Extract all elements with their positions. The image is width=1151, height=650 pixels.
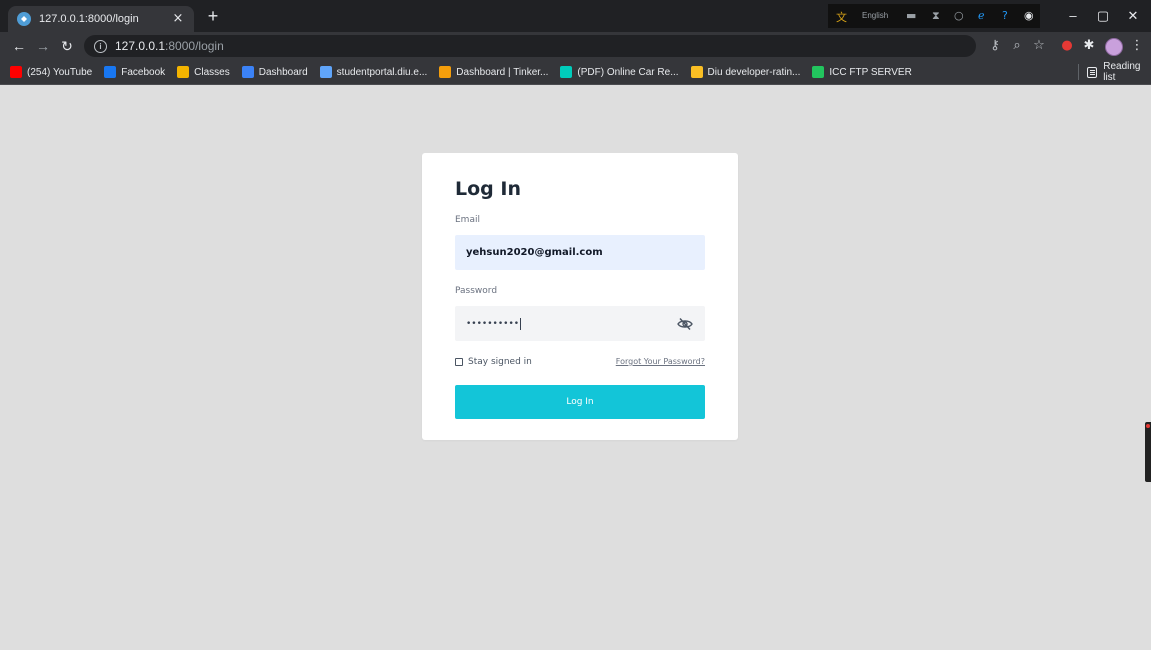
url-text: 127.0.0.1:8000/login	[115, 39, 224, 53]
bookmark-label: Dashboard | Tinker...	[456, 66, 549, 78]
icc-icon	[812, 66, 825, 78]
dashboard-icon	[241, 66, 254, 78]
bookmark-item[interactable]: (254) YouTube	[10, 66, 92, 78]
address-bar[interactable]: i 127.0.0.1:8000/login	[84, 35, 976, 57]
bookmark-item[interactable]: studentportal.diu.e...	[319, 66, 428, 78]
bookmarks-list: (254) YouTube Facebook Classes Dashboard stu…	[10, 60, 924, 84]
side-panel-tab[interactable]	[1145, 422, 1151, 482]
email-label: Email	[455, 215, 480, 225]
ublock-icon[interactable]: ●	[1058, 37, 1076, 55]
bookmark-item[interactable]: Diu developer-ratin...	[690, 66, 801, 78]
bookmark-item[interactable]: Classes	[177, 66, 230, 78]
browser-toolbar: ← → ↻ i 127.0.0.1:8000/login ⚷ ⌕ ☆ ● ✱ ⋮	[0, 32, 1151, 60]
bookmark-label: Diu developer-ratin...	[707, 66, 801, 78]
bookmark-label: Facebook	[121, 66, 166, 78]
stay-signed-in-checkbox[interactable]	[455, 358, 463, 366]
bookmark-label: studentportal.diu.e...	[336, 66, 428, 78]
login-title: Log In	[455, 178, 521, 200]
stay-signed-in[interactable]: Stay signed in	[455, 357, 532, 367]
bookmarks-bar: (254) YouTube Facebook Classes Dashboard stu…	[0, 60, 1151, 85]
site-favicon-icon	[17, 12, 31, 26]
maximize-button[interactable]: ▢	[1092, 6, 1114, 26]
login-button-label: Log In	[566, 397, 594, 407]
site-info-icon[interactable]: i	[94, 39, 107, 53]
password-label: Password	[455, 286, 498, 296]
login-button[interactable]: Log In	[455, 385, 705, 419]
researchgate-icon	[560, 66, 573, 78]
bookmark-item[interactable]: Dashboard | Tinker...	[439, 66, 548, 78]
text-caret	[520, 317, 522, 330]
portal-icon	[319, 66, 332, 78]
profile-avatar[interactable]	[1105, 38, 1123, 56]
help-icon[interactable]: ?	[1002, 9, 1008, 22]
bookmark-label: (PDF) Online Car Re...	[577, 66, 679, 78]
password-input[interactable]: ••••••••••	[455, 306, 705, 341]
page-viewport: Log In Email yehsun2020@gmail.com Passwo…	[0, 85, 1151, 650]
eye-slash-icon[interactable]	[677, 316, 693, 331]
chrome-icon[interactable]: ◉	[1024, 9, 1034, 22]
reading-list-label: Reading list	[1103, 61, 1141, 83]
circle-icon[interactable]: ○	[954, 9, 964, 22]
extension-strip: 文 English ▬ ⧗ ○ ℯ ? ◉	[828, 4, 1040, 28]
youtube-icon	[10, 66, 22, 78]
browser-tab[interactable]: 127.0.0.1:8000/login ×	[8, 6, 194, 32]
reading-list-icon	[1087, 66, 1098, 78]
reading-list-button[interactable]: Reading list	[1078, 61, 1151, 83]
bookmark-label: ICC FTP SERVER	[829, 66, 912, 78]
forward-arrow-icon[interactable]: →	[34, 37, 52, 55]
new-tab-button[interactable]: +	[204, 7, 222, 25]
key-icon[interactable]: ⚷	[986, 37, 1004, 55]
reload-icon[interactable]: ↻	[58, 37, 76, 55]
stay-signed-in-label: Stay signed in	[468, 357, 532, 367]
star-icon[interactable]: ☆	[1030, 37, 1048, 55]
hourglass-icon[interactable]: ⧗	[932, 9, 940, 23]
bookmark-label: (254) YouTube	[27, 66, 93, 78]
language-label: English	[862, 11, 889, 20]
bookmark-item[interactable]: ICC FTP SERVER	[812, 66, 912, 78]
close-window-button[interactable]: ✕	[1122, 6, 1144, 26]
bookmark-item[interactable]: Facebook	[104, 66, 165, 78]
menu-kebab-icon[interactable]: ⋮	[1128, 37, 1146, 55]
classroom-icon	[177, 66, 190, 78]
back-arrow-icon[interactable]: ←	[10, 37, 28, 55]
email-value: yehsun2020@gmail.com	[466, 247, 603, 258]
facebook-icon	[104, 66, 117, 78]
password-value: ••••••••••	[466, 318, 520, 329]
zoom-icon[interactable]: ⌕	[1008, 37, 1026, 55]
translate-icon[interactable]: 文	[836, 9, 847, 25]
tinkercad-icon	[439, 66, 452, 78]
bookmark-item[interactable]: Dashboard	[241, 66, 308, 78]
bookmark-item[interactable]: (PDF) Online Car Re...	[560, 66, 679, 78]
tab-close-icon[interactable]: ×	[170, 11, 186, 27]
bookmark-label: Classes	[194, 66, 230, 78]
bookmark-label: Dashboard	[258, 66, 308, 78]
login-card: Log In Email yehsun2020@gmail.com Passwo…	[422, 153, 738, 440]
puzzle-icon[interactable]: ✱	[1080, 37, 1098, 55]
tab-strip: 127.0.0.1:8000/login × + 文 English ▬ ⧗ ○…	[0, 0, 1151, 32]
forgot-password-link[interactable]: Forgot Your Password?	[616, 357, 705, 366]
diu-icon	[690, 66, 703, 78]
tab-title: 127.0.0.1:8000/login	[39, 13, 139, 25]
email-input[interactable]: yehsun2020@gmail.com	[455, 235, 705, 270]
edge-icon[interactable]: ℯ	[978, 9, 985, 22]
minimize-button[interactable]: –	[1062, 6, 1084, 26]
keyboard-icon[interactable]: ▬	[906, 9, 916, 22]
